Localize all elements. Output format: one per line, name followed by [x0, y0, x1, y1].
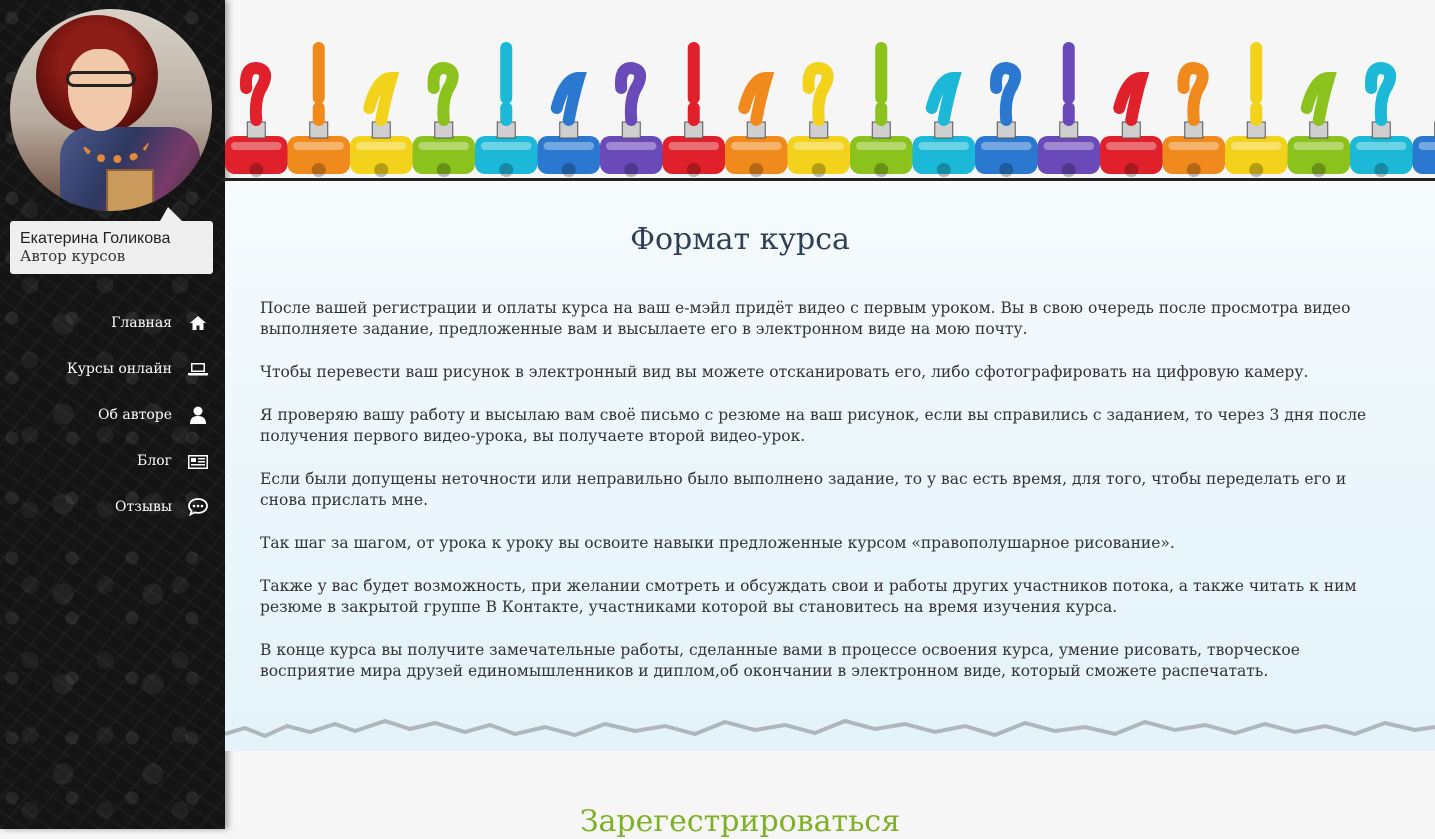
sidebar: Екатерина Голикова Автор курсов Главная …	[0, 0, 225, 829]
paint-tube	[850, 48, 913, 177]
paragraph: Если были допущены неточности или неправ…	[260, 469, 1380, 511]
home-icon	[188, 313, 208, 333]
paragraph: Также у вас будет возможность, при желан…	[260, 576, 1380, 618]
comment-icon	[188, 497, 208, 517]
paragraph: Я проверяю вашу работу и высылаю вам сво…	[260, 405, 1380, 447]
paint-tube	[225, 68, 288, 177]
paint-tube	[475, 48, 538, 177]
paint-tube	[788, 68, 851, 177]
paint-tube	[1225, 48, 1288, 177]
paint-tubes-banner	[225, 38, 1435, 183]
nav-item-label: Главная	[111, 315, 172, 331]
nav-item-blog[interactable]: Блог	[0, 438, 225, 484]
paint-tube	[725, 78, 788, 177]
main-content: Формат курса После вашей регистрации и о…	[225, 0, 1435, 829]
register-heading[interactable]: Зарегестрироваться	[225, 804, 1255, 839]
author-name: Екатерина Голикова	[20, 230, 203, 248]
nav-item-label: Курсы онлайн	[67, 361, 172, 377]
author-avatar	[10, 9, 212, 211]
paint-tube	[288, 48, 351, 177]
paragraph: Так шаг за шагом, от урока к уроку вы ос…	[260, 533, 1380, 554]
nav-item-label: Отзывы	[115, 499, 172, 515]
course-description: После вашей регистрации и оплаты курса н…	[260, 298, 1380, 704]
paint-tube	[1350, 68, 1413, 177]
nav-item-reviews[interactable]: Отзывы	[0, 484, 225, 530]
newspaper-icon	[188, 451, 208, 471]
paragraph: В конце курса вы получите замечательные …	[260, 640, 1380, 682]
paint-tube	[350, 78, 413, 177]
paragraph: Чтобы перевести ваш рисунок в электронны…	[260, 362, 1380, 383]
author-role: Автор курсов	[20, 248, 203, 265]
paint-tube	[663, 48, 726, 177]
paint-tube	[1100, 78, 1163, 177]
paint-tube	[913, 78, 976, 177]
paint-tube	[600, 68, 663, 177]
laptop-icon	[188, 359, 208, 379]
torn-paper-edge	[225, 712, 1435, 772]
paint-tube	[1038, 48, 1101, 177]
nav-item-home[interactable]: Главная	[0, 300, 225, 346]
banner-divider	[225, 178, 1435, 181]
author-card: Екатерина Голикова Автор курсов	[10, 221, 213, 274]
nav-item-about[interactable]: Об авторе	[0, 392, 225, 438]
paragraph: После вашей регистрации и оплаты курса н…	[260, 298, 1380, 340]
nav-item-label: Блог	[137, 453, 172, 469]
paint-tube	[975, 68, 1038, 177]
page-title: Формат курса	[225, 222, 1255, 257]
nav-item-courses[interactable]: Курсы онлайн	[0, 346, 225, 392]
paint-tube	[1163, 68, 1226, 177]
paint-tube	[1288, 78, 1351, 177]
paint-tube	[538, 78, 601, 177]
main-nav: Главная Курсы онлайн Об авторе Блог Отзы…	[0, 300, 225, 530]
paint-tube	[1413, 48, 1435, 177]
user-icon	[188, 405, 208, 425]
paint-tube	[413, 68, 476, 177]
nav-item-label: Об авторе	[98, 407, 172, 423]
